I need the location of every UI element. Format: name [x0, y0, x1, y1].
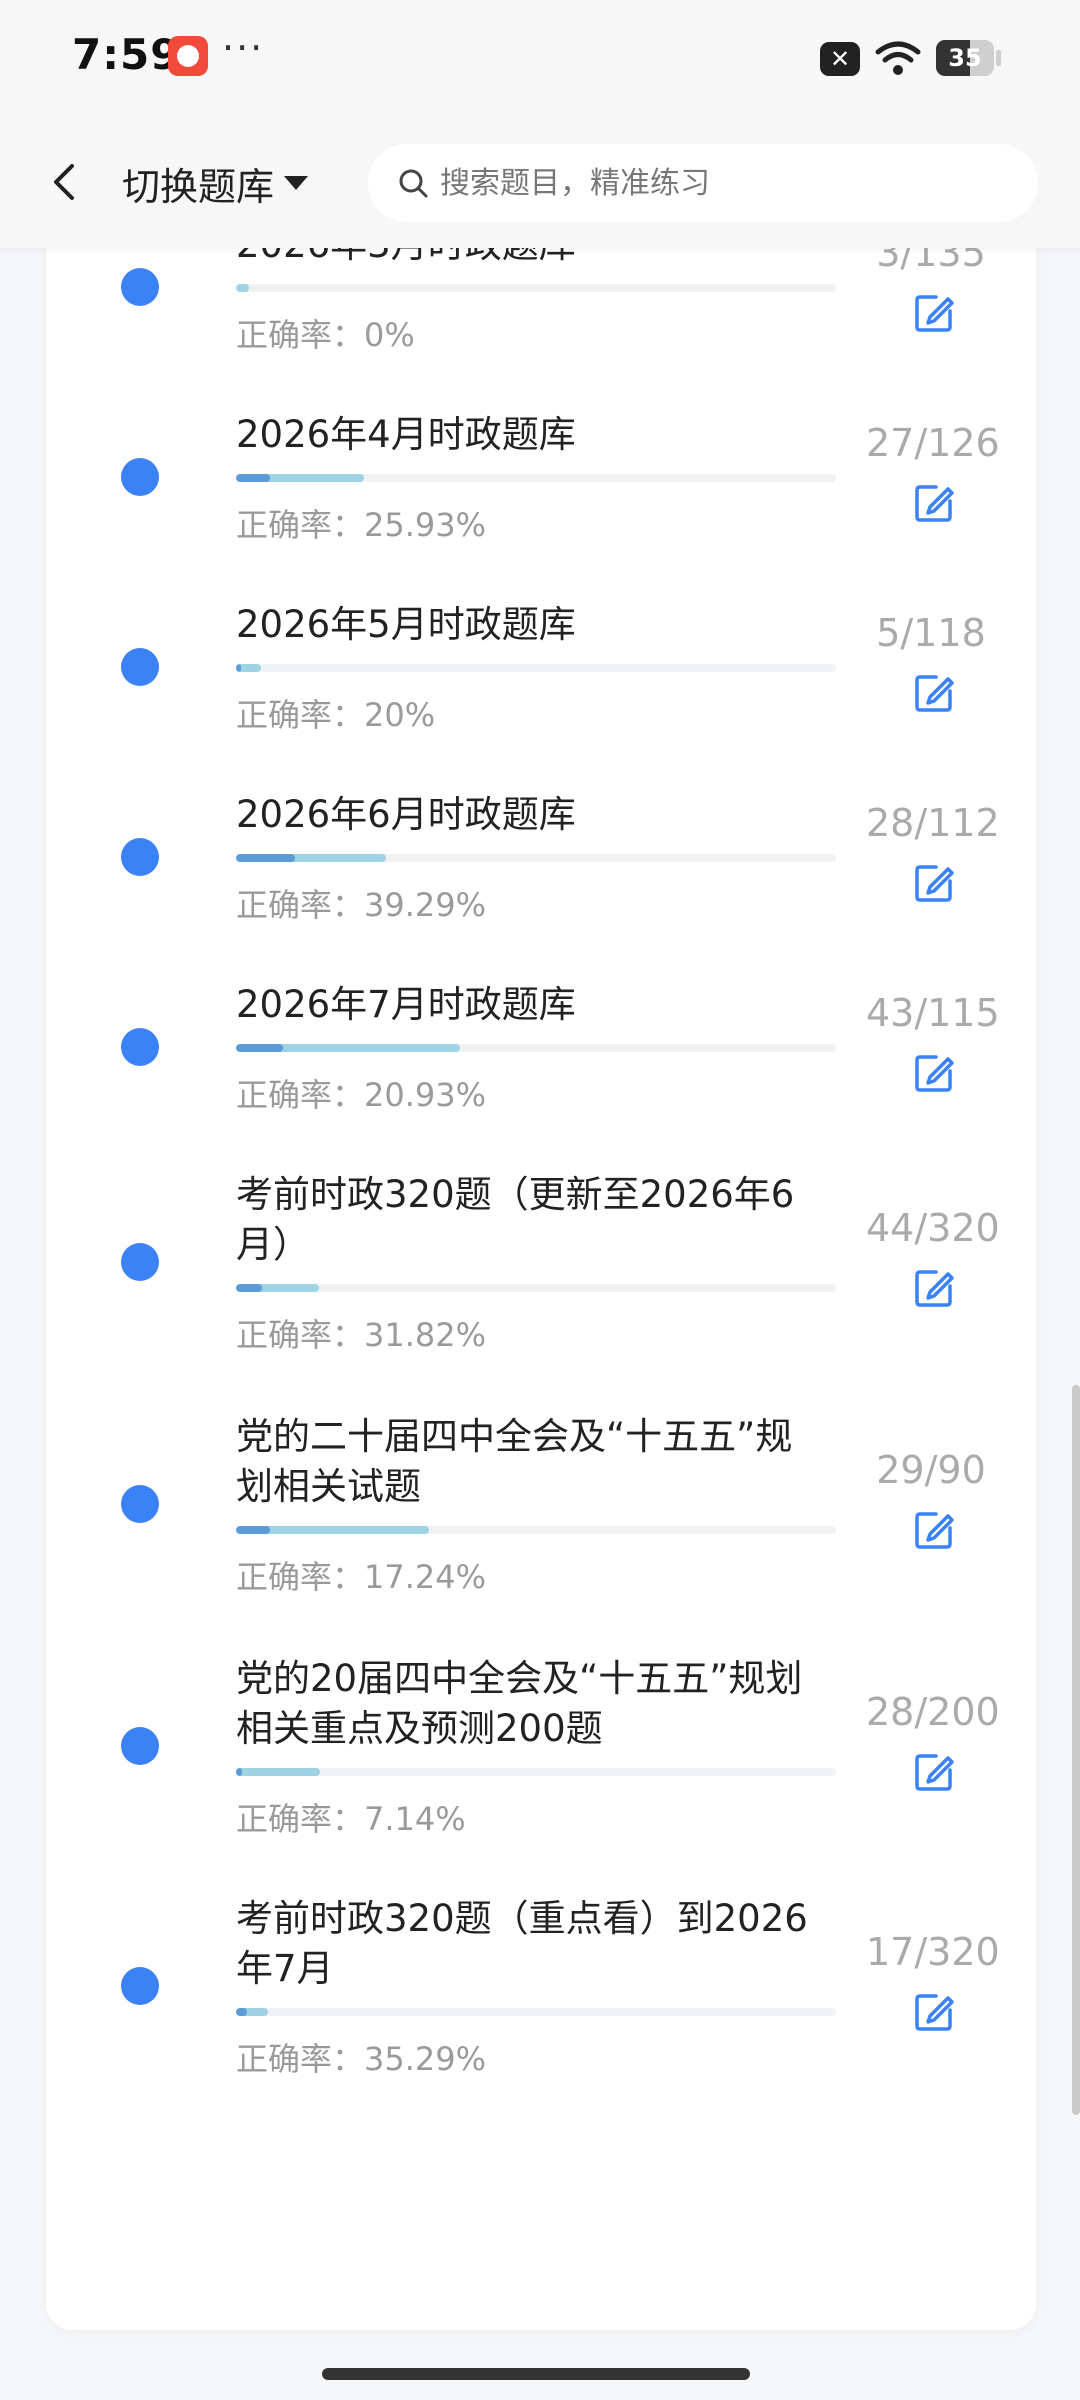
battery-icon: 35 [936, 40, 994, 76]
app-notification-icon [168, 36, 208, 76]
progress-done [236, 1768, 320, 1776]
progress-count: 29/90 [876, 1448, 986, 1492]
progress-count: 28/200 [866, 1690, 1000, 1734]
status-dot [121, 1485, 159, 1523]
bank-title: 2026年7月时政题库 [236, 983, 576, 1026]
progress-correct [236, 854, 295, 862]
edit-icon[interactable] [912, 481, 956, 525]
status-dot [121, 838, 159, 876]
progress-correct [236, 1526, 270, 1534]
wifi-icon [875, 41, 921, 75]
progress-correct [236, 1284, 263, 1292]
progress-done [236, 284, 250, 292]
accuracy-text: 正确率：0% [236, 316, 415, 354]
switch-bank-label: 切换题库 [122, 164, 275, 209]
edit-icon[interactable] [912, 1750, 956, 1794]
battery-level: 35 [948, 44, 982, 72]
bank-title: 考前时政320题（更新至2026年6月） [236, 1173, 795, 1266]
bank-title: 2026年6月时政题库 [236, 793, 576, 836]
edit-icon[interactable] [912, 1508, 956, 1552]
status-dot [121, 1243, 159, 1281]
progress-bar [236, 854, 836, 862]
back-arrow-icon[interactable] [40, 156, 92, 208]
progress-count: 44/320 [866, 1206, 1000, 1250]
progress-count: 5/118 [876, 611, 986, 655]
status-dot [121, 268, 159, 306]
accuracy-text: 正确率：25.93% [236, 506, 487, 544]
status-bar: 7:59 ··· ✕ 35 [0, 0, 1080, 118]
caret-down-icon [284, 176, 309, 190]
edit-icon[interactable] [912, 671, 956, 715]
home-indicator[interactable] [322, 2368, 750, 2380]
progress-bar [236, 664, 836, 672]
question-bank-card: 2026年2月时政题库正确率：50%4/1092026年3月时政题库正确率：0%… [46, 120, 1036, 2330]
progress-count: 28/112 [866, 801, 1000, 845]
progress-bar [236, 1768, 836, 1776]
edit-icon[interactable] [912, 1990, 956, 2034]
status-dot [121, 1727, 159, 1765]
progress-correct [236, 1044, 283, 1052]
progress-bar [236, 1044, 836, 1052]
accuracy-text: 正确率：20.93% [236, 1076, 487, 1114]
progress-correct [236, 1768, 242, 1776]
bank-title: 2026年5月时政题库 [236, 603, 576, 646]
search-bar[interactable] [368, 144, 1038, 222]
progress-bar [236, 474, 836, 482]
progress-bar [236, 2008, 836, 2016]
bank-title: 2026年4月时政题库 [236, 413, 576, 456]
status-dot [121, 648, 159, 686]
top-header: 切换题库 [0, 118, 1080, 248]
progress-count: 43/115 [866, 991, 1000, 1035]
progress-correct [236, 664, 241, 672]
status-dot [121, 458, 159, 496]
battery-tip [996, 50, 1001, 66]
accuracy-text: 正确率：20% [236, 696, 436, 734]
search-input[interactable] [438, 164, 1002, 202]
bank-title: 考前时政320题（重点看）到2026年7月 [236, 1897, 808, 1990]
status-dot [121, 1967, 159, 2005]
status-time: 7:59 [72, 30, 181, 79]
accuracy-text: 正确率：35.29% [236, 2040, 487, 2078]
scrollbar[interactable] [1072, 1385, 1080, 2115]
bank-title: 党的20届四中全会及“十五五”规划相关重点及预测200题 [236, 1657, 803, 1750]
more-notifications-icon: ··· [222, 26, 265, 70]
status-dot [121, 1028, 159, 1066]
edit-icon[interactable] [912, 1266, 956, 1310]
progress-count: 27/126 [866, 421, 1000, 465]
progress-bar [236, 284, 836, 292]
no-sim-icon: ✕ [820, 42, 860, 76]
edit-icon[interactable] [912, 291, 956, 335]
accuracy-text: 正确率：39.29% [236, 886, 487, 924]
progress-count: 17/320 [866, 1930, 1000, 1974]
progress-correct [236, 474, 270, 482]
edit-icon[interactable] [912, 861, 956, 905]
switch-bank-button[interactable]: 切换题库 [122, 158, 309, 209]
bank-title: 党的二十届四中全会及“十五五”规划相关试题 [236, 1415, 793, 1508]
accuracy-text: 正确率：17.24% [236, 1558, 487, 1596]
progress-correct [236, 2008, 248, 2016]
accuracy-text: 正确率：7.14% [236, 1800, 466, 1838]
edit-icon[interactable] [912, 1051, 956, 1095]
search-icon [399, 169, 428, 198]
progress-bar [236, 1284, 836, 1292]
accuracy-text: 正确率：31.82% [236, 1316, 487, 1354]
progress-bar [236, 1526, 836, 1534]
